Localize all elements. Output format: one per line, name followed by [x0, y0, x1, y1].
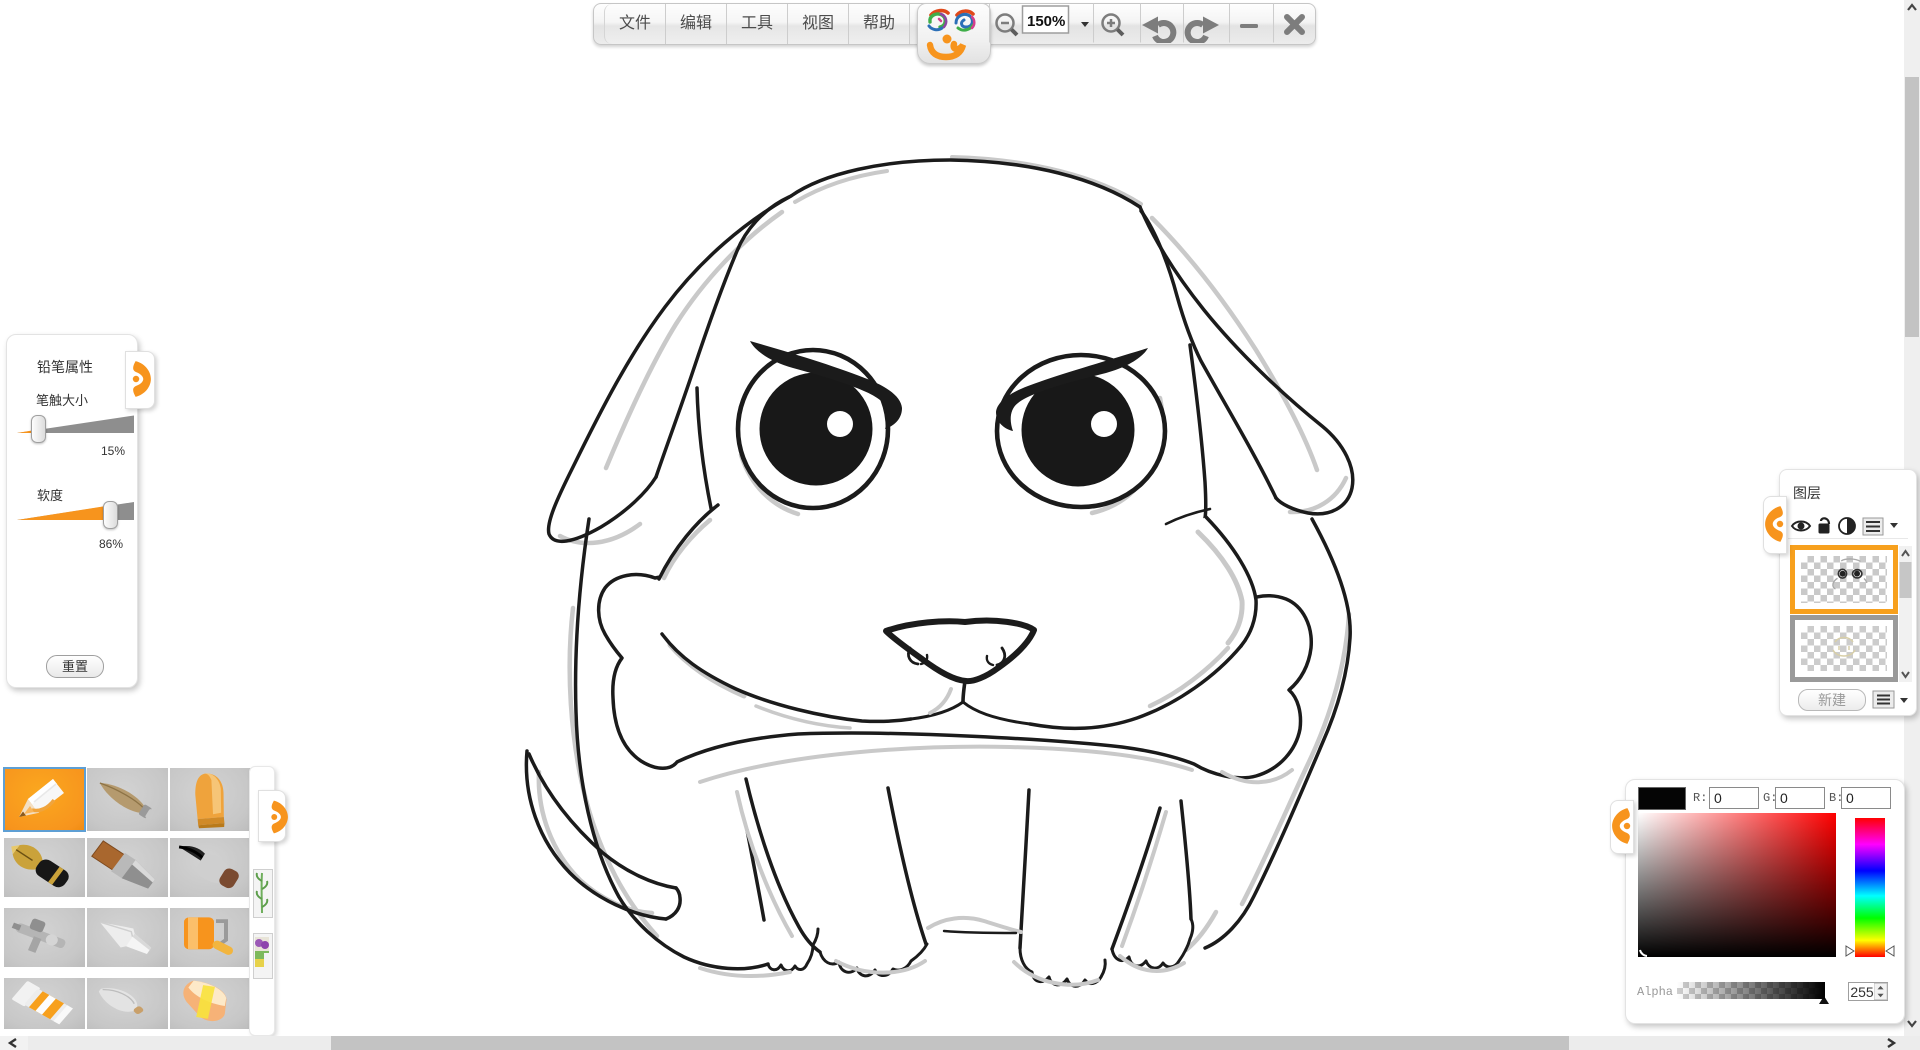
- svg-text:150%: 150%: [1027, 13, 1065, 30]
